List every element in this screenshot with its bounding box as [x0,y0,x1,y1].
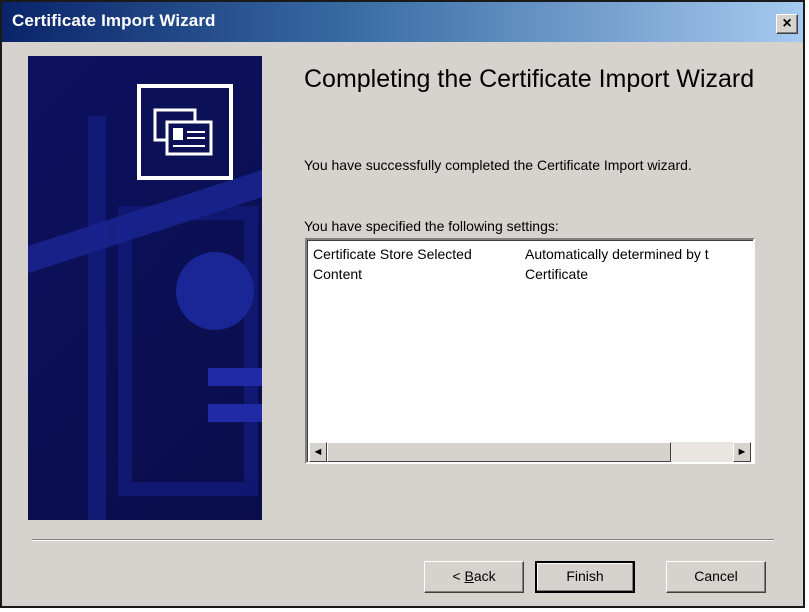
window-title: Certificate Import Wizard [12,11,216,30]
separator [32,539,774,541]
back-button[interactable]: < Back [424,561,524,593]
setting-value: Automatically determined by t [525,246,709,262]
arrow-left-icon: ◄ [312,446,324,458]
close-icon: × [782,15,792,32]
scroll-right-button[interactable]: ► [733,442,751,462]
cancel-button[interactable]: Cancel [666,561,766,593]
setting-name: Certificate Store Selected [313,246,472,262]
finish-button[interactable]: Finish [535,561,635,593]
page-heading: Completing the Certificate Import Wizard [304,65,755,93]
scroll-left-button[interactable]: ◄ [309,442,327,462]
title-bar[interactable]: Certificate Import Wizard × [2,2,803,42]
certificate-import-wizard-window: Certificate Import Wizard × Completing t… [0,0,805,608]
setting-name: Content [313,266,363,282]
close-button[interactable]: × [776,14,798,34]
settings-label: You have specified the following setting… [304,218,559,234]
arrow-right-icon: ► [736,446,748,458]
settings-list[interactable]: Certificate Store Selected Automatically… [305,238,755,464]
scrollbar-thumb[interactable] [327,442,671,462]
horizontal-scrollbar[interactable]: ◄ ► [309,442,751,462]
certificate-icon [137,84,233,180]
setting-value: Certificate [525,266,589,282]
completion-message: You have successfully completed the Cert… [304,157,692,173]
